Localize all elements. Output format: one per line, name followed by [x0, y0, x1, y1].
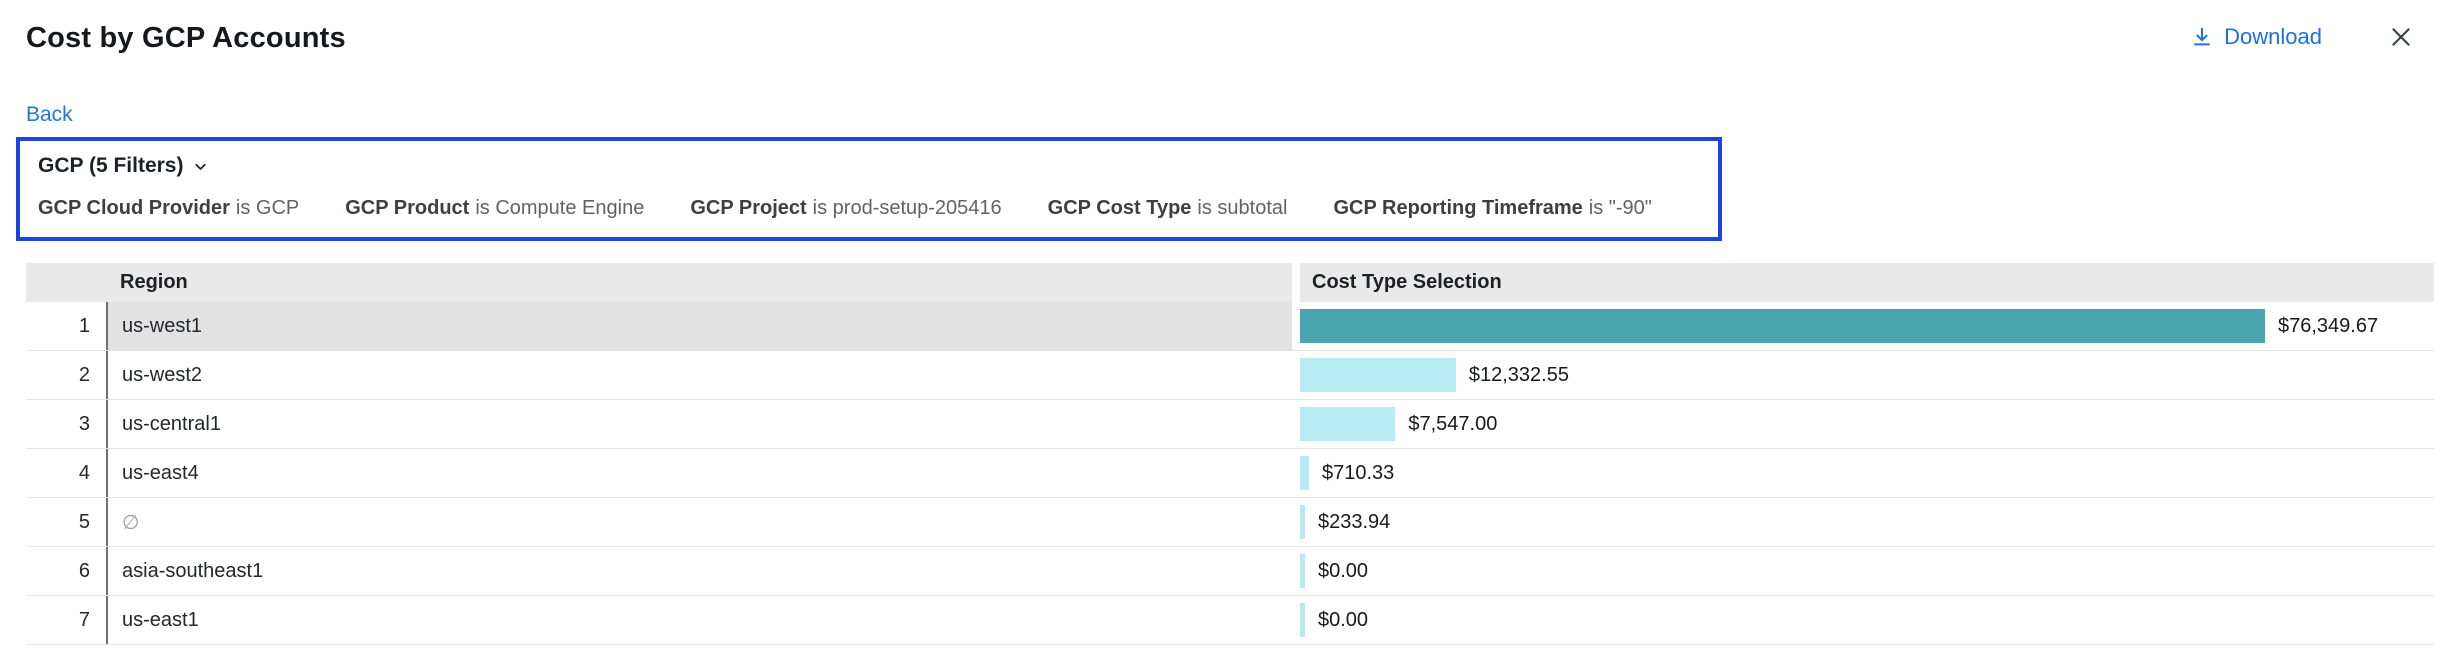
- filter-item-project: GCP Project is prod-setup-205416: [690, 197, 1001, 220]
- filter-item-list: GCP Cloud Provider is GCP GCP Product is C…: [38, 197, 1700, 220]
- cost-bar-cell: $7,547.00: [1292, 400, 2434, 448]
- page-title: Cost by GCP Accounts: [26, 22, 346, 55]
- row-number: 5: [26, 498, 106, 546]
- topbar-actions: Download: [2191, 24, 2414, 50]
- table-header: Region Cost Type Selection: [26, 263, 2434, 302]
- filter-condition-label: is GCP: [236, 197, 299, 219]
- table-row[interactable]: 7 us-east1 $0.00: [26, 596, 2434, 645]
- region-cell[interactable]: us-east4: [106, 449, 1292, 497]
- filter-field-label: GCP Cloud Provider: [38, 197, 230, 219]
- filter-field-label: GCP Reporting Timeframe: [1333, 197, 1582, 219]
- filter-item-cost-type: GCP Cost Typeis subtotal: [1048, 197, 1288, 220]
- filter-item-reporting-timeframe: GCP Reporting Timeframe is "-90": [1333, 197, 1651, 220]
- filter-condition-label: is Compute Engine: [475, 197, 644, 219]
- filter-item-cloud-provider: GCP Cloud Provider is GCP: [38, 197, 299, 220]
- cost-value: $710.33: [1322, 462, 1394, 485]
- cost-bar[interactable]: [1300, 554, 1305, 588]
- region-cell[interactable]: us-east1: [106, 596, 1292, 644]
- row-number: 2: [26, 351, 106, 399]
- cost-bar[interactable]: [1300, 505, 1305, 539]
- filter-panel: GCP (5 Filters) GCP Cloud Provider is GCP…: [16, 137, 1722, 241]
- cost-bar-cell: $0.00: [1292, 547, 2434, 595]
- cost-value: $7,547.00: [1408, 413, 1497, 436]
- close-icon: [2388, 24, 2414, 50]
- cost-value: $12,332.55: [1469, 364, 1569, 387]
- filter-item-product: GCP Product is Compute Engine: [345, 197, 644, 220]
- cost-value: $76,349.67: [2278, 315, 2378, 338]
- table-row[interactable]: 4 us-east4 $710.33: [26, 449, 2434, 498]
- download-icon: [2191, 26, 2213, 48]
- table-body: 1 us-west1 $76,349.67 2 us-west2 $12,332…: [26, 302, 2434, 645]
- cost-bar[interactable]: [1300, 456, 1309, 490]
- filter-field-label: GCP Product: [345, 197, 469, 219]
- region-cell[interactable]: us-west1: [106, 302, 1292, 350]
- cost-bar-cell: $710.33: [1292, 449, 2434, 497]
- table-row[interactable]: 1 us-west1 $76,349.67: [26, 302, 2434, 351]
- topbar: Cost by GCP Accounts Download: [0, 0, 2448, 55]
- cost-value: $0.00: [1318, 609, 1368, 632]
- region-cell[interactable]: ∅: [106, 498, 1292, 546]
- row-number: 3: [26, 400, 106, 448]
- filter-condition-label: is subtotal: [1197, 197, 1287, 219]
- cost-table: Region Cost Type Selection 1 us-west1 $7…: [26, 263, 2434, 645]
- cost-value: $233.94: [1318, 511, 1390, 534]
- row-number: 4: [26, 449, 106, 497]
- table-row[interactable]: 6 asia-southeast1 $0.00: [26, 547, 2434, 596]
- row-number: 7: [26, 596, 106, 644]
- filter-field-label: GCP Cost Type: [1048, 197, 1192, 219]
- row-number: 1: [26, 302, 106, 350]
- cost-bar[interactable]: [1300, 309, 2265, 343]
- region-cell[interactable]: asia-southeast1: [106, 547, 1292, 595]
- filter-condition-label: is prod-setup-205416: [813, 197, 1002, 219]
- back-link[interactable]: Back: [26, 103, 73, 127]
- download-button[interactable]: Download: [2191, 24, 2322, 50]
- chevron-down-icon: [192, 158, 209, 175]
- cost-bar-cell: $12,332.55: [1292, 351, 2434, 399]
- filter-summary-label: GCP (5 Filters): [38, 154, 183, 178]
- cost-bar-cell: $233.94: [1292, 498, 2434, 546]
- cost-value: $0.00: [1318, 560, 1368, 583]
- column-header-cost-type-selection[interactable]: Cost Type Selection: [1300, 263, 2434, 302]
- column-header-region[interactable]: Region: [26, 263, 1292, 302]
- row-number: 6: [26, 547, 106, 595]
- cost-bar-cell: $0.00: [1292, 596, 2434, 644]
- filter-condition-label: is "-90": [1589, 197, 1652, 219]
- table-row[interactable]: 2 us-west2 $12,332.55: [26, 351, 2434, 400]
- cost-bar[interactable]: [1300, 358, 1456, 392]
- cost-bar[interactable]: [1300, 603, 1305, 637]
- region-cell[interactable]: us-central1: [106, 400, 1292, 448]
- table-row[interactable]: 5 ∅ $233.94: [26, 498, 2434, 547]
- filter-summary-toggle[interactable]: GCP (5 Filters): [38, 154, 1700, 178]
- cost-bar[interactable]: [1300, 407, 1395, 441]
- download-label: Download: [2224, 24, 2322, 50]
- region-cell[interactable]: us-west2: [106, 351, 1292, 399]
- table-row[interactable]: 3 us-central1 $7,547.00: [26, 400, 2434, 449]
- cost-bar-cell: $76,349.67: [1292, 302, 2434, 350]
- filter-field-label: GCP Project: [690, 197, 806, 219]
- close-button[interactable]: [2388, 24, 2414, 50]
